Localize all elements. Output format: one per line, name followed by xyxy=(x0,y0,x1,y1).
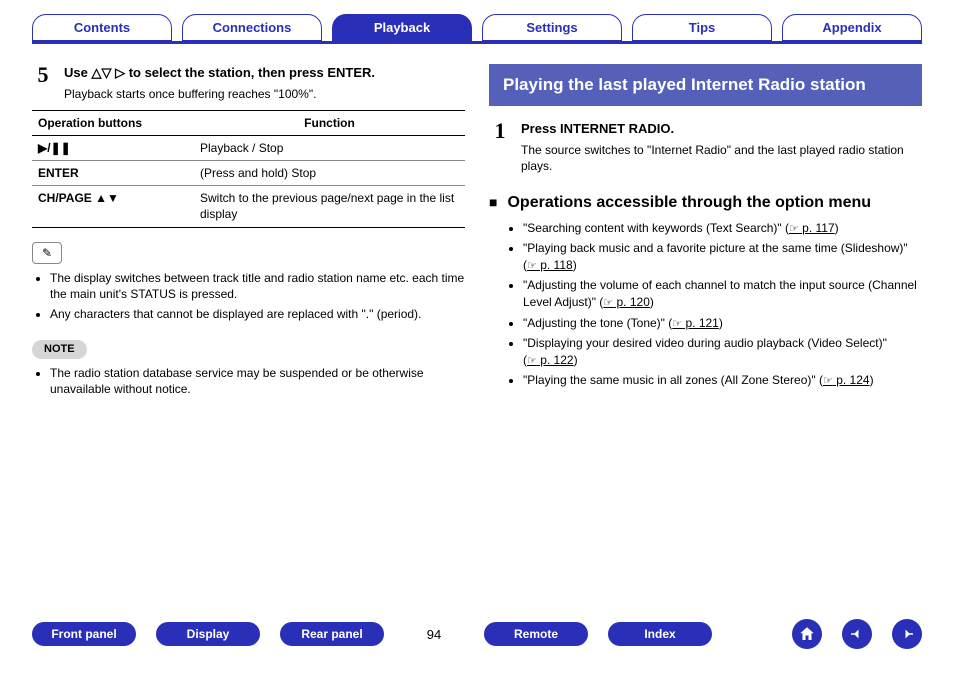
step-number-5: 5 xyxy=(32,64,54,102)
section-title: Playing the last played Internet Radio s… xyxy=(489,64,922,106)
rear-panel-button[interactable]: Rear panel xyxy=(280,622,384,646)
operations-title: Operations accessible through the option… xyxy=(507,192,871,214)
tab-label: Settings xyxy=(526,20,577,35)
page-ref-link[interactable]: ☞ p. 118 xyxy=(527,258,573,272)
hand-icon: ☞ xyxy=(789,223,799,235)
op-function: Switch to the previous page/next page in… xyxy=(194,186,465,227)
step-5-description: Playback starts once buffering reaches "… xyxy=(64,86,465,102)
tab-connections[interactable]: Connections xyxy=(182,14,322,41)
note-badge: NOTE xyxy=(32,340,87,359)
tab-settings[interactable]: Settings xyxy=(482,14,622,41)
op-button: CH/PAGE ▲▼ xyxy=(32,186,194,227)
tab-label: Playback xyxy=(374,20,430,35)
table-row: CH/PAGE ▲▼ Switch to the previous page/n… xyxy=(32,186,465,227)
operation-item: "Adjusting the tone (Tone)" (☞ p. 121) xyxy=(523,315,922,332)
step-1-title: Press INTERNET RADIO. xyxy=(521,120,922,138)
index-button[interactable]: Index xyxy=(608,622,712,646)
step-number-1: 1 xyxy=(489,120,511,174)
note-item: The radio station database service may b… xyxy=(50,365,465,397)
page-ref-link[interactable]: ☞ p. 120 xyxy=(603,295,650,309)
page-ref-link[interactable]: ☞ p. 124 xyxy=(823,373,870,387)
tip-item: The display switches between track title… xyxy=(50,270,465,302)
pencil-icon: ✎ xyxy=(32,242,62,264)
operation-item: "Adjusting the volume of each channel to… xyxy=(523,277,922,310)
operation-item: "Playing back music and a favorite pictu… xyxy=(523,240,922,273)
front-panel-button[interactable]: Front panel xyxy=(32,622,136,646)
next-page-button[interactable] xyxy=(892,619,922,649)
right-column: Playing the last played Internet Radio s… xyxy=(489,64,922,401)
table-row: ENTER (Press and hold) Stop xyxy=(32,161,465,186)
tab-label: Connections xyxy=(213,20,292,35)
hand-icon: ☞ xyxy=(527,355,537,367)
step-1-description: The source switches to "Internet Radio" … xyxy=(521,142,922,174)
hand-icon: ☞ xyxy=(603,297,613,309)
hand-icon: ☞ xyxy=(823,375,833,387)
remote-button[interactable]: Remote xyxy=(484,622,588,646)
page-ref-link[interactable]: ☞ p. 121 xyxy=(672,316,719,330)
arrow-right-icon xyxy=(898,625,916,643)
arrow-left-icon xyxy=(848,625,866,643)
table-header-function: Function xyxy=(194,110,465,135)
op-function: Playback / Stop xyxy=(194,135,465,160)
op-function: (Press and hold) Stop xyxy=(194,161,465,186)
operation-item: "Displaying your desired video during au… xyxy=(523,335,922,368)
left-column: 5 Use △▽ ▷ to select the station, then p… xyxy=(32,64,465,401)
table-row: ▶/❚❚ Playback / Stop xyxy=(32,135,465,160)
prev-page-button[interactable] xyxy=(842,619,872,649)
display-button[interactable]: Display xyxy=(156,622,260,646)
tab-label: Appendix xyxy=(822,20,881,35)
operation-table: Operation buttons Function ▶/❚❚ Playback… xyxy=(32,110,465,228)
tab-label: Tips xyxy=(689,20,716,35)
tip-list: The display switches between track title… xyxy=(32,270,465,323)
square-bullet-icon: ■ xyxy=(489,195,497,214)
hand-icon: ☞ xyxy=(672,318,682,330)
tab-tips[interactable]: Tips xyxy=(632,14,772,41)
home-button[interactable] xyxy=(792,619,822,649)
op-button: ▶/❚❚ xyxy=(32,135,194,160)
operations-heading: ■ Operations accessible through the opti… xyxy=(489,192,922,214)
tip-item: Any characters that cannot be displayed … xyxy=(50,306,465,322)
tab-appendix[interactable]: Appendix xyxy=(782,14,922,41)
step-5-title: Use △▽ ▷ to select the station, then pre… xyxy=(64,64,465,82)
dpad-symbols: △▽ ▷ xyxy=(91,65,125,80)
tab-contents[interactable]: Contents xyxy=(32,14,172,41)
top-tab-bar: Contents Connections Playback Settings T… xyxy=(32,14,922,44)
page-ref-link[interactable]: ☞ p. 117 xyxy=(789,221,835,235)
table-header-buttons: Operation buttons xyxy=(32,110,194,135)
operation-item: "Playing the same music in all zones (Al… xyxy=(523,372,922,389)
operations-list: "Searching content with keywords (Text S… xyxy=(489,220,922,390)
tab-label: Contents xyxy=(74,20,130,35)
page-ref-link[interactable]: ☞ p. 122 xyxy=(527,353,574,367)
bottom-nav: Front panel Display Rear panel 94 Remote… xyxy=(32,619,922,649)
home-icon xyxy=(798,625,816,643)
note-list: The radio station database service may b… xyxy=(32,365,465,397)
hand-icon: ☞ xyxy=(527,260,537,272)
tab-playback[interactable]: Playback xyxy=(332,14,472,41)
operation-item: "Searching content with keywords (Text S… xyxy=(523,220,922,237)
page-number: 94 xyxy=(404,627,464,642)
op-button: ENTER xyxy=(32,161,194,186)
